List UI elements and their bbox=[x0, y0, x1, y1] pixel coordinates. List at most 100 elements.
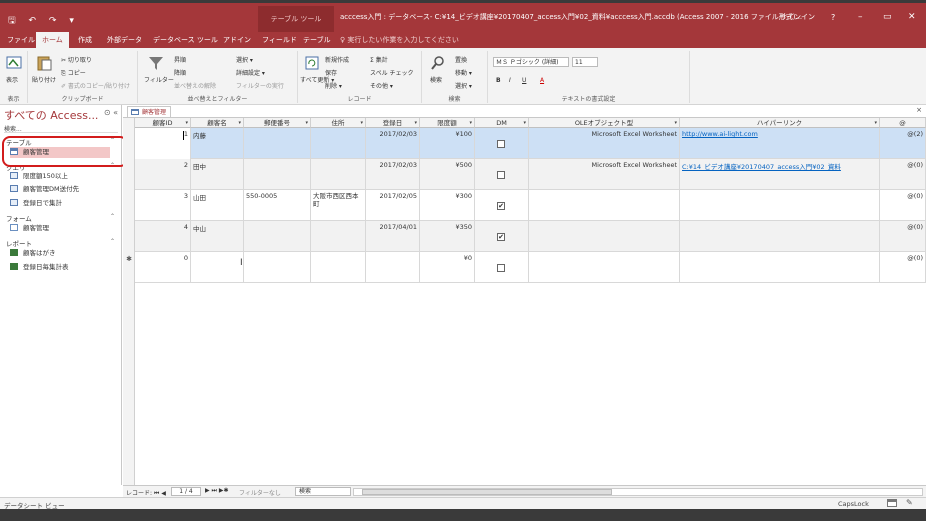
sort-descending-button[interactable]: 降順 bbox=[174, 68, 186, 77]
cell-attachment[interactable]: @(0) bbox=[880, 159, 926, 190]
new-record-button[interactable]: 新規作成 bbox=[325, 55, 349, 64]
close-button[interactable]: ✕ bbox=[908, 3, 916, 32]
cell-customer-name[interactable] bbox=[191, 252, 244, 283]
cell-customer-name[interactable]: 内藤 bbox=[191, 128, 244, 159]
delete-record-button[interactable]: 削除 ▾ bbox=[325, 81, 342, 90]
cell-address[interactable] bbox=[311, 252, 366, 283]
dropdown-arrow-icon[interactable]: ▾ bbox=[874, 118, 877, 127]
nav-section-reports[interactable]: レポート ⌃ bbox=[6, 238, 118, 248]
column-header-customer-id[interactable]: 顧客ID ▾ bbox=[135, 118, 191, 128]
cell-reg-date[interactable]: 2017/04/01 bbox=[366, 221, 420, 252]
tab-external-data[interactable]: 外部データ bbox=[107, 32, 142, 48]
nav-section-forms[interactable]: フォーム ⌃ bbox=[6, 213, 118, 223]
record-nav-next-last-new[interactable]: ▶ ⏭ ▶✱ bbox=[205, 487, 228, 495]
cell-ole[interactable]: Microsoft Excel Worksheet bbox=[529, 128, 680, 159]
chevron-up-icon[interactable]: ⌃ bbox=[110, 213, 115, 220]
cell-reg-date[interactable]: 2017/02/05 bbox=[366, 190, 420, 221]
table-row[interactable]: 4 中山 2017/04/01 ¥350 ✔ @(0) bbox=[135, 221, 926, 252]
copy-button[interactable]: ⎘ コピー bbox=[61, 68, 86, 78]
quick-access-toolbar[interactable]: 🖫 ↶ ↷ ▾ bbox=[8, 13, 79, 29]
column-header-customer-name[interactable]: 顧客名 ▾ bbox=[191, 118, 244, 128]
cell-dm[interactable]: ✔ bbox=[475, 221, 529, 252]
dropdown-arrow-icon[interactable]: ▾ bbox=[523, 118, 526, 127]
tab-addins[interactable]: アドイン bbox=[223, 32, 251, 48]
dm-checkbox[interactable] bbox=[497, 264, 505, 272]
font-size-select[interactable]: 11 bbox=[572, 57, 598, 67]
cell-attachment[interactable]: @(0) bbox=[880, 221, 926, 252]
column-header-hyperlink[interactable]: ハイパーリンク ▾ bbox=[680, 118, 880, 128]
table-row[interactable]: 1 内藤 2017/02/03 ¥100 Microsoft Excel Wor… bbox=[135, 128, 926, 159]
column-header-reg-date[interactable]: 登録日 ▾ bbox=[366, 118, 420, 128]
dropdown-arrow-icon[interactable]: ▾ bbox=[414, 118, 417, 127]
new-record-marker-icon[interactable]: ✱ bbox=[123, 252, 135, 283]
dropdown-arrow-icon[interactable]: ▾ bbox=[238, 118, 241, 127]
record-search-input[interactable]: 検索 bbox=[295, 487, 351, 496]
cell-hyperlink[interactable] bbox=[680, 190, 880, 221]
design-view-icon[interactable]: ✎ bbox=[906, 498, 913, 507]
cell-attachment[interactable]: @(2) bbox=[880, 128, 926, 159]
hyperlink[interactable]: http://www.ai-light.com bbox=[682, 130, 758, 138]
cell-customer-name[interactable]: 田中 bbox=[191, 159, 244, 190]
nav-item-query-dm[interactable]: 顧客管理DM送付先 bbox=[10, 184, 110, 195]
nav-item-query-limit150[interactable]: 限度額150以上 bbox=[10, 171, 110, 182]
dropdown-arrow-icon[interactable]: ▾ bbox=[360, 118, 363, 127]
font-name-select[interactable]: ＭＳ Ｐゴシック (詳細) bbox=[493, 57, 569, 67]
cell-attachment[interactable]: @(0) bbox=[880, 252, 926, 283]
horizontal-scrollbar[interactable] bbox=[353, 488, 923, 496]
cell-dm[interactable]: ✔ bbox=[475, 190, 529, 221]
paste-button[interactable]: 貼り付け bbox=[32, 75, 56, 84]
nav-pane-collapse-icon[interactable]: ⊙ « bbox=[104, 108, 118, 117]
chevron-up-icon[interactable]: ⌃ bbox=[110, 238, 115, 245]
cell-hyperlink[interactable] bbox=[680, 252, 880, 283]
totals-button[interactable]: Σ 集計 bbox=[370, 55, 388, 64]
nav-item-query-date-total[interactable]: 登録日で集計 bbox=[10, 198, 110, 209]
restore-button[interactable]: ▭ bbox=[883, 3, 892, 32]
bold-button[interactable]: B bbox=[496, 77, 501, 84]
tab-database-tools[interactable]: データベース ツール bbox=[153, 32, 218, 48]
datasheet-view-icon[interactable] bbox=[887, 499, 897, 507]
cell-ole[interactable]: Microsoft Excel Worksheet bbox=[529, 159, 680, 190]
filter-status[interactable]: フィルターなし bbox=[239, 488, 281, 497]
hyperlink[interactable]: C:¥14_ビデオ講座¥20170407_access入門¥02_資料 bbox=[682, 163, 841, 171]
cell-limit[interactable]: ¥500 bbox=[420, 159, 475, 190]
replace-button[interactable]: 置換 bbox=[455, 55, 467, 64]
tell-me-search[interactable]: ♀ 実行したい作業を入力してください bbox=[340, 32, 459, 48]
cell-hyperlink[interactable]: http://www.ai-light.com bbox=[680, 128, 880, 159]
nav-search-input[interactable]: 検索... bbox=[4, 124, 118, 133]
dropdown-arrow-icon[interactable]: ▾ bbox=[469, 118, 472, 127]
column-header-attachment[interactable]: @ bbox=[880, 118, 926, 128]
cell-customer-name[interactable]: 山田 bbox=[191, 190, 244, 221]
paste-icon[interactable] bbox=[36, 55, 52, 71]
goto-button[interactable]: 移動 ▾ bbox=[455, 68, 472, 77]
filter-button[interactable]: フィルター bbox=[144, 75, 174, 84]
record-selector[interactable] bbox=[123, 221, 135, 252]
underline-button[interactable]: U bbox=[522, 77, 526, 84]
cell-customer-id[interactable]: 3 bbox=[135, 190, 191, 221]
dm-checkbox[interactable]: ✔ bbox=[497, 202, 505, 210]
dm-checkbox[interactable] bbox=[497, 171, 505, 179]
cell-limit[interactable]: ¥350 bbox=[420, 221, 475, 252]
record-selector[interactable] bbox=[123, 128, 135, 159]
format-painter-button[interactable]: ✐ 書式のコピー/貼り付け bbox=[61, 81, 130, 90]
dropdown-arrow-icon[interactable]: ▾ bbox=[674, 118, 677, 127]
tab-create[interactable]: 作成 bbox=[78, 32, 92, 48]
font-color-button[interactable]: A bbox=[540, 77, 544, 84]
cell-hyperlink[interactable] bbox=[680, 221, 880, 252]
toggle-filter-button[interactable]: フィルターの実行 bbox=[236, 81, 284, 90]
nav-pane-title[interactable]: すべての Access... bbox=[4, 107, 98, 123]
cell-reg-date[interactable]: 2017/02/03 bbox=[366, 128, 420, 159]
cell-customer-id[interactable]: 2 bbox=[135, 159, 191, 190]
cell-reg-date[interactable] bbox=[366, 252, 420, 283]
cell-customer-id[interactable]: 0 bbox=[135, 252, 191, 283]
find-button[interactable]: 検索 bbox=[430, 75, 442, 84]
cell-zip[interactable]: 550-0005 bbox=[244, 190, 311, 221]
italic-button[interactable]: I bbox=[509, 77, 511, 84]
view-button[interactable]: 表示 bbox=[6, 75, 18, 84]
column-header-limit[interactable]: 限度額 ▾ bbox=[420, 118, 475, 128]
cell-attachment[interactable]: @(0) bbox=[880, 190, 926, 221]
document-tab[interactable]: 顧客管理 bbox=[127, 106, 172, 117]
cell-ole[interactable] bbox=[529, 190, 680, 221]
spelling-button[interactable]: スペル チェック bbox=[370, 68, 414, 77]
cell-customer-name[interactable]: 中山 bbox=[191, 221, 244, 252]
cell-ole[interactable] bbox=[529, 221, 680, 252]
